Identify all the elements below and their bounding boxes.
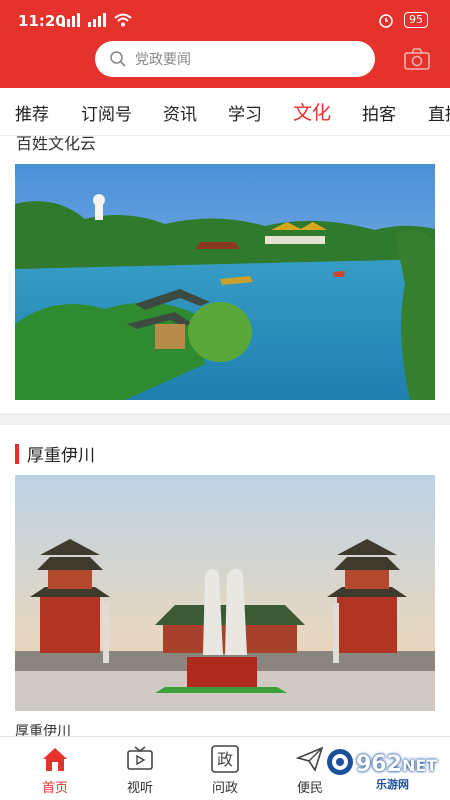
feed: 百姓文化云 厚重伊川 厚重伊川 [0, 136, 450, 736]
nav-politics[interactable]: 政 问政 [195, 743, 255, 797]
camera-icon[interactable] [404, 48, 430, 70]
tab-news[interactable]: 资讯 [163, 100, 197, 125]
section-accent-bar [15, 443, 19, 464]
signal-indicators [62, 13, 132, 27]
nav-politics-label: 问政 [211, 781, 238, 796]
watermark-brand: 962NET [356, 752, 438, 777]
nav-home[interactable]: 首页 [25, 743, 85, 797]
tab-recommend[interactable]: 推荐 [15, 100, 49, 125]
yichuan-photo[interactable] [15, 475, 435, 711]
tab-live[interactable]: 直播 [428, 100, 450, 125]
search-bar[interactable]: 党政要闻 [95, 41, 375, 77]
search-icon [110, 51, 126, 67]
tab-culture[interactable]: 文化 [293, 98, 331, 125]
top-bar: 11:20 95 党政要闻 [0, 0, 450, 88]
zheng-icon: 政 [211, 745, 239, 773]
status-right: 95 [378, 12, 428, 28]
alarm-icon [379, 14, 393, 28]
signal-icon [62, 13, 80, 27]
status-time: 11:20 [18, 12, 66, 30]
home-icon [43, 748, 67, 771]
tab-study[interactable]: 学习 [228, 100, 262, 125]
watermark: 962NET 乐游网 [320, 744, 442, 794]
watermark-logo [327, 749, 353, 775]
signal-icon [88, 13, 106, 27]
tv-icon [127, 746, 153, 770]
zheng-glyph: 政 [217, 750, 233, 769]
section-header: 厚重伊川 [15, 441, 95, 466]
wifi-icon [114, 13, 132, 27]
tab-subscriptions[interactable]: 订阅号 [81, 100, 132, 125]
section-divider [0, 413, 450, 425]
battery-indicator: 95 [404, 12, 428, 28]
search-placeholder: 党政要闻 [135, 52, 191, 68]
tab-photo[interactable]: 拍客 [362, 100, 396, 125]
lake-photo[interactable] [15, 164, 435, 400]
nav-video[interactable]: 视听 [110, 743, 170, 797]
section-title: 厚重伊川 [27, 446, 95, 466]
status-bar: 11:20 95 [0, 0, 450, 42]
nav-video-label: 视听 [126, 781, 153, 796]
feed-item-caption[interactable]: 厚重伊川 [15, 721, 71, 736]
watermark-sub: 乐游网 [376, 778, 409, 791]
nav-home-label: 首页 [41, 781, 68, 796]
feed-item-title[interactable]: 百姓文化云 [16, 136, 96, 154]
category-tabs: 推荐 订阅号 资讯 学习 文化 拍客 直播 [0, 88, 450, 136]
